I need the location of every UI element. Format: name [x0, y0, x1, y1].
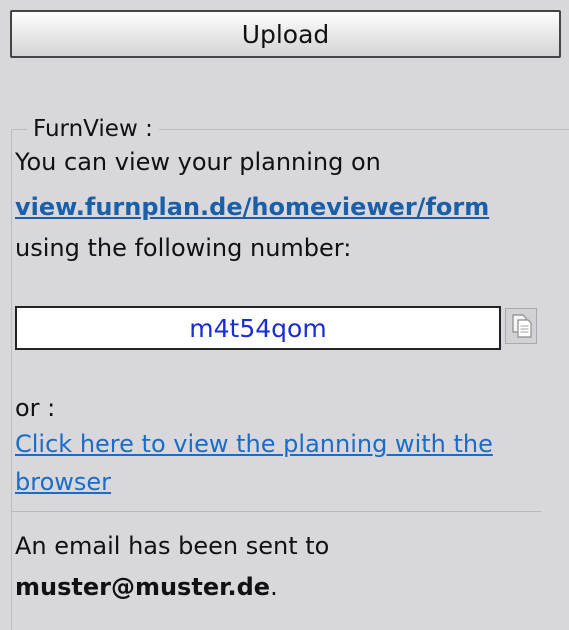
- or-label: or :: [15, 394, 56, 422]
- browser-view-link[interactable]: Click here to view the planning with the: [15, 430, 493, 458]
- viewer-link-row: view.furnplan.de/homeviewer/form: [15, 191, 489, 223]
- browser-link-line-1: Click here to view the planning with the: [15, 428, 493, 460]
- copy-button[interactable]: [505, 308, 537, 344]
- upload-button[interactable]: Upload: [10, 10, 561, 58]
- browser-view-link-continued[interactable]: browser: [15, 468, 111, 496]
- section-divider: [11, 511, 541, 512]
- furnview-legend: FurnView :: [27, 114, 159, 144]
- email-period: .: [270, 573, 278, 601]
- planning-intro-text: You can view your planning on: [15, 148, 381, 176]
- furnview-panel: Upload FurnView : You can view your plan…: [0, 0, 569, 630]
- browser-link-line-2: browser: [15, 466, 111, 498]
- email-address: muster@muster.de: [15, 573, 271, 601]
- email-row: muster@muster.de.: [15, 571, 278, 603]
- number-intro-text: using the following number:: [15, 234, 352, 262]
- planning-number-field[interactable]: m4t54qom: [15, 306, 501, 350]
- copy-icon: [505, 308, 537, 344]
- email-intro-text: An email has been sent to: [15, 532, 330, 560]
- homeviewer-link[interactable]: view.furnplan.de/homeviewer/form: [15, 193, 489, 221]
